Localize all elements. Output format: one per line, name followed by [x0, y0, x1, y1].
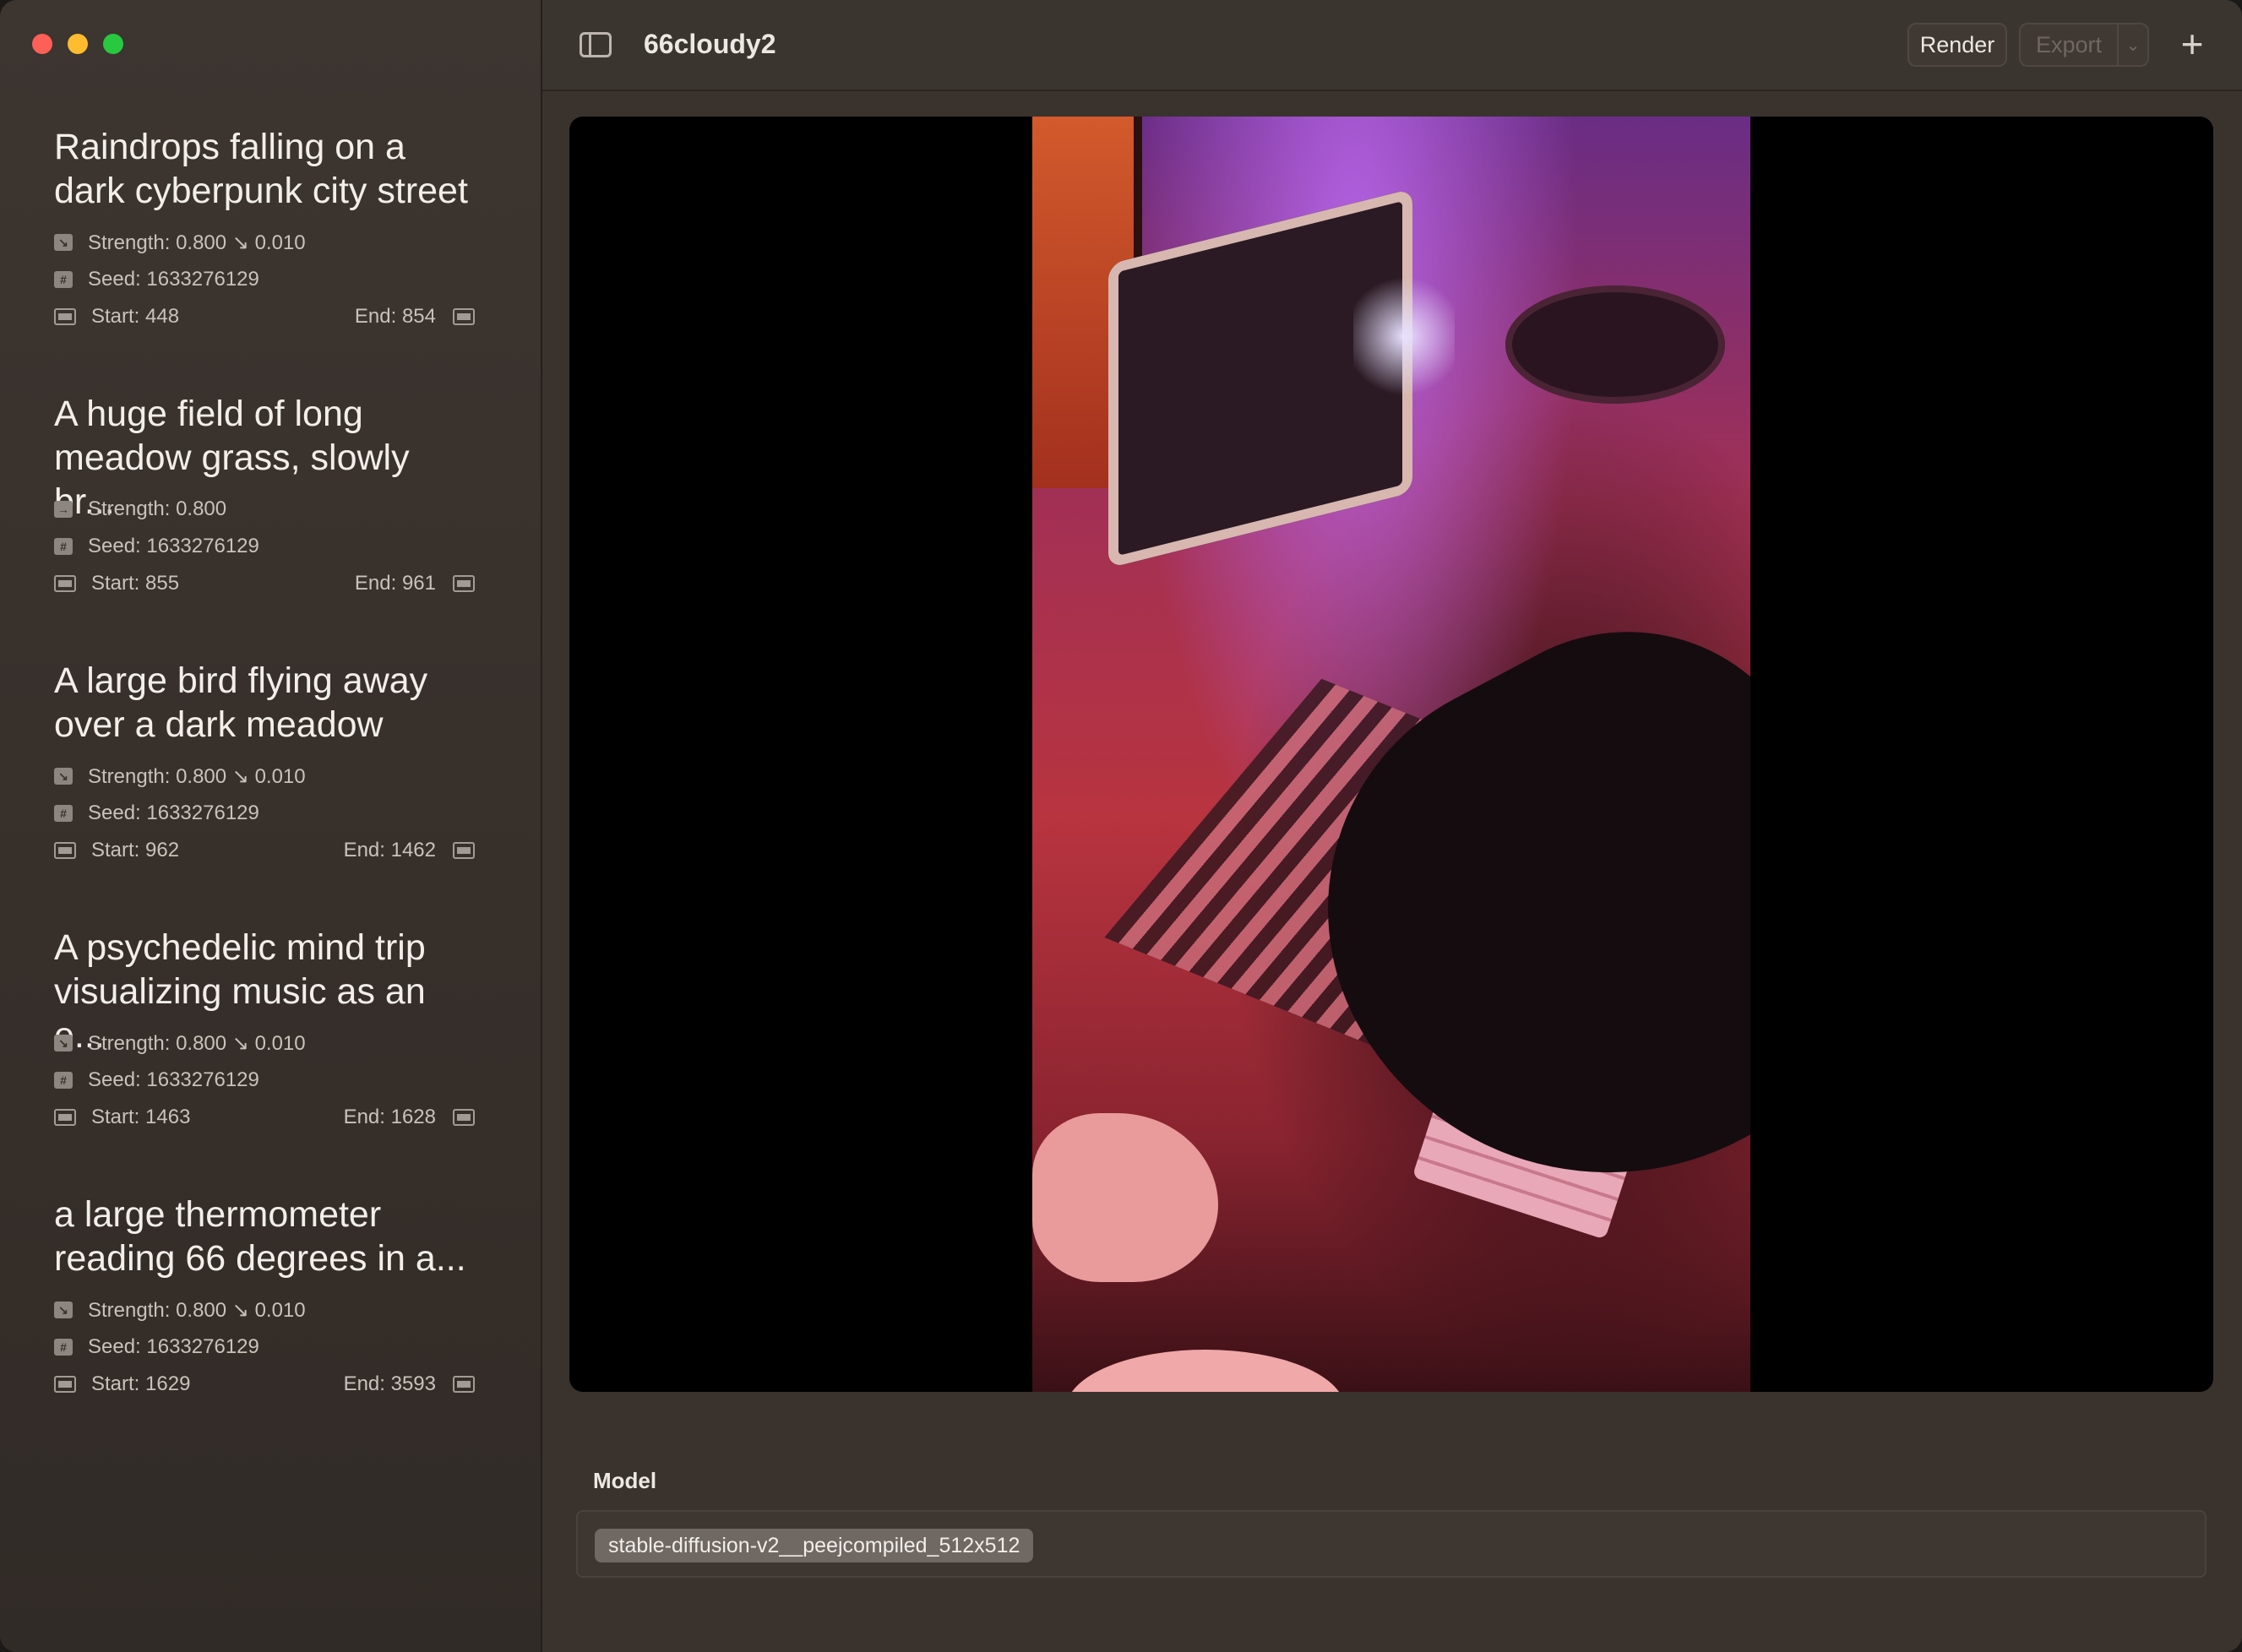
start-text: Start: 1463 — [91, 1106, 191, 1128]
prompt-item[interactable]: a large thermometer reading 66 degrees i… — [54, 1193, 475, 1412]
close-window-button[interactable] — [32, 34, 52, 54]
strength-text: Strength: 0.800 ↘ 0.010 — [88, 1298, 306, 1322]
seed-text: Seed: 1633276129 — [88, 1335, 259, 1358]
start-text: Start: 855 — [91, 572, 180, 595]
strength-row: ↘ Strength: 0.800 ↘ 0.010 — [54, 1030, 475, 1056]
end-text: End: 3593 — [343, 1372, 436, 1395]
strength-icon: ↘ — [54, 1301, 73, 1318]
film-frame-icon — [54, 842, 76, 859]
app-window: Raindrops falling on a dark cyberpunk ci… — [0, 0, 2242, 1652]
prompt-title: a large thermometer reading 66 degrees i… — [54, 1194, 466, 1279]
prompt-item[interactable]: Raindrops falling on a dark cyberpunk ci… — [54, 125, 475, 345]
seed-text: Seed: 1633276129 — [88, 268, 259, 291]
end-text: End: 1628 — [343, 1106, 436, 1128]
start-text: Start: 962 — [91, 839, 180, 861]
model-label: Model — [593, 1468, 657, 1493]
hash-icon: # — [54, 538, 73, 555]
sidebar: Raindrops falling on a dark cyberpunk ci… — [0, 0, 542, 1652]
strength-row: → Strength: 0.800 — [54, 497, 475, 522]
export-menu-chevron-icon[interactable]: ⌄ — [2117, 23, 2149, 67]
range-row: Start: 1463 End: 1628 — [54, 1105, 475, 1130]
film-frame-icon — [54, 308, 76, 325]
seed-text: Seed: 1633276129 — [88, 1068, 259, 1091]
model-field[interactable]: stable-diffusion-v2__peejcompiled_512x51… — [576, 1510, 2207, 1578]
film-frame-icon — [453, 842, 475, 859]
strength-text: Strength: 0.800 ↘ 0.010 — [88, 231, 306, 254]
film-frame-icon — [54, 575, 76, 592]
strength-icon: ↘ — [54, 1035, 73, 1052]
range-row: Start: 962 End: 1462 — [54, 838, 475, 863]
model-token[interactable]: stable-diffusion-v2__peejcompiled_512x51… — [595, 1529, 1034, 1562]
title-bar: 66cloudy2 Render Export ⌄ + — [542, 0, 2242, 91]
strength-text: Strength: 0.800 — [88, 497, 227, 520]
prompt-item[interactable]: A huge field of long meadow grass, slowl… — [54, 392, 475, 611]
seed-row: # Seed: 1633276129 — [54, 267, 475, 292]
strength-row: ↘ Strength: 0.800 ↘ 0.010 — [54, 764, 475, 789]
seed-row: # Seed: 1633276129 — [54, 801, 475, 826]
strength-icon: ↘ — [54, 768, 73, 785]
export-button[interactable]: Export — [2019, 23, 2117, 67]
seed-row: # Seed: 1633276129 — [54, 1334, 475, 1360]
hash-icon: # — [54, 271, 73, 288]
seed-text: Seed: 1633276129 — [88, 802, 259, 824]
film-frame-icon — [453, 1109, 475, 1126]
film-frame-icon — [453, 308, 475, 325]
seed-text: Seed: 1633276129 — [88, 535, 259, 557]
video-preview[interactable] — [569, 117, 2213, 1392]
strength-row: ↘ Strength: 0.800 ↘ 0.010 — [54, 230, 475, 255]
strength-icon: ↘ — [54, 234, 73, 251]
start-text: Start: 448 — [91, 305, 180, 328]
video-frame — [1032, 117, 1750, 1392]
hash-icon: # — [54, 1339, 73, 1356]
end-text: End: 1462 — [343, 839, 436, 861]
seed-row: # Seed: 1633276129 — [54, 534, 475, 559]
hash-icon: # — [54, 805, 73, 822]
prompt-item[interactable]: A large bird flying away over a dark mea… — [54, 659, 475, 878]
add-prompt-button[interactable]: + — [2173, 24, 2212, 64]
range-row: Start: 448 End: 854 — [54, 304, 475, 329]
sidebar-toggle-icon[interactable] — [580, 32, 612, 57]
document-title: 66cloudy2 — [644, 29, 776, 59]
render-button[interactable]: Render — [1907, 23, 2007, 67]
prompt-item[interactable]: A psychedelic mind trip visualizing musi… — [54, 926, 475, 1145]
film-frame-icon — [453, 1376, 475, 1393]
hash-icon: # — [54, 1072, 73, 1089]
strength-icon: → — [54, 501, 73, 518]
seed-row: # Seed: 1633276129 — [54, 1068, 475, 1093]
main-panel: 66cloudy2 Render Export ⌄ + Model stable… — [542, 0, 2242, 1652]
film-frame-icon — [54, 1109, 76, 1126]
start-text: Start: 1629 — [91, 1372, 191, 1395]
range-row: Start: 855 End: 961 — [54, 571, 475, 596]
strength-text: Strength: 0.800 ↘ 0.010 — [88, 1031, 306, 1055]
strength-text: Strength: 0.800 ↘ 0.010 — [88, 764, 306, 788]
end-text: End: 961 — [354, 572, 436, 595]
film-frame-icon — [453, 575, 475, 592]
window-controls — [32, 34, 123, 54]
end-text: End: 854 — [354, 305, 436, 328]
strength-row: ↘ Strength: 0.800 ↘ 0.010 — [54, 1297, 475, 1323]
prompt-title: Raindrops falling on a dark cyberpunk ci… — [54, 127, 468, 211]
minimize-window-button[interactable] — [68, 34, 88, 54]
zoom-window-button[interactable] — [103, 34, 123, 54]
film-frame-icon — [54, 1376, 76, 1393]
prompt-title: A large bird flying away over a dark mea… — [54, 660, 428, 745]
range-row: Start: 1629 End: 3593 — [54, 1372, 475, 1397]
